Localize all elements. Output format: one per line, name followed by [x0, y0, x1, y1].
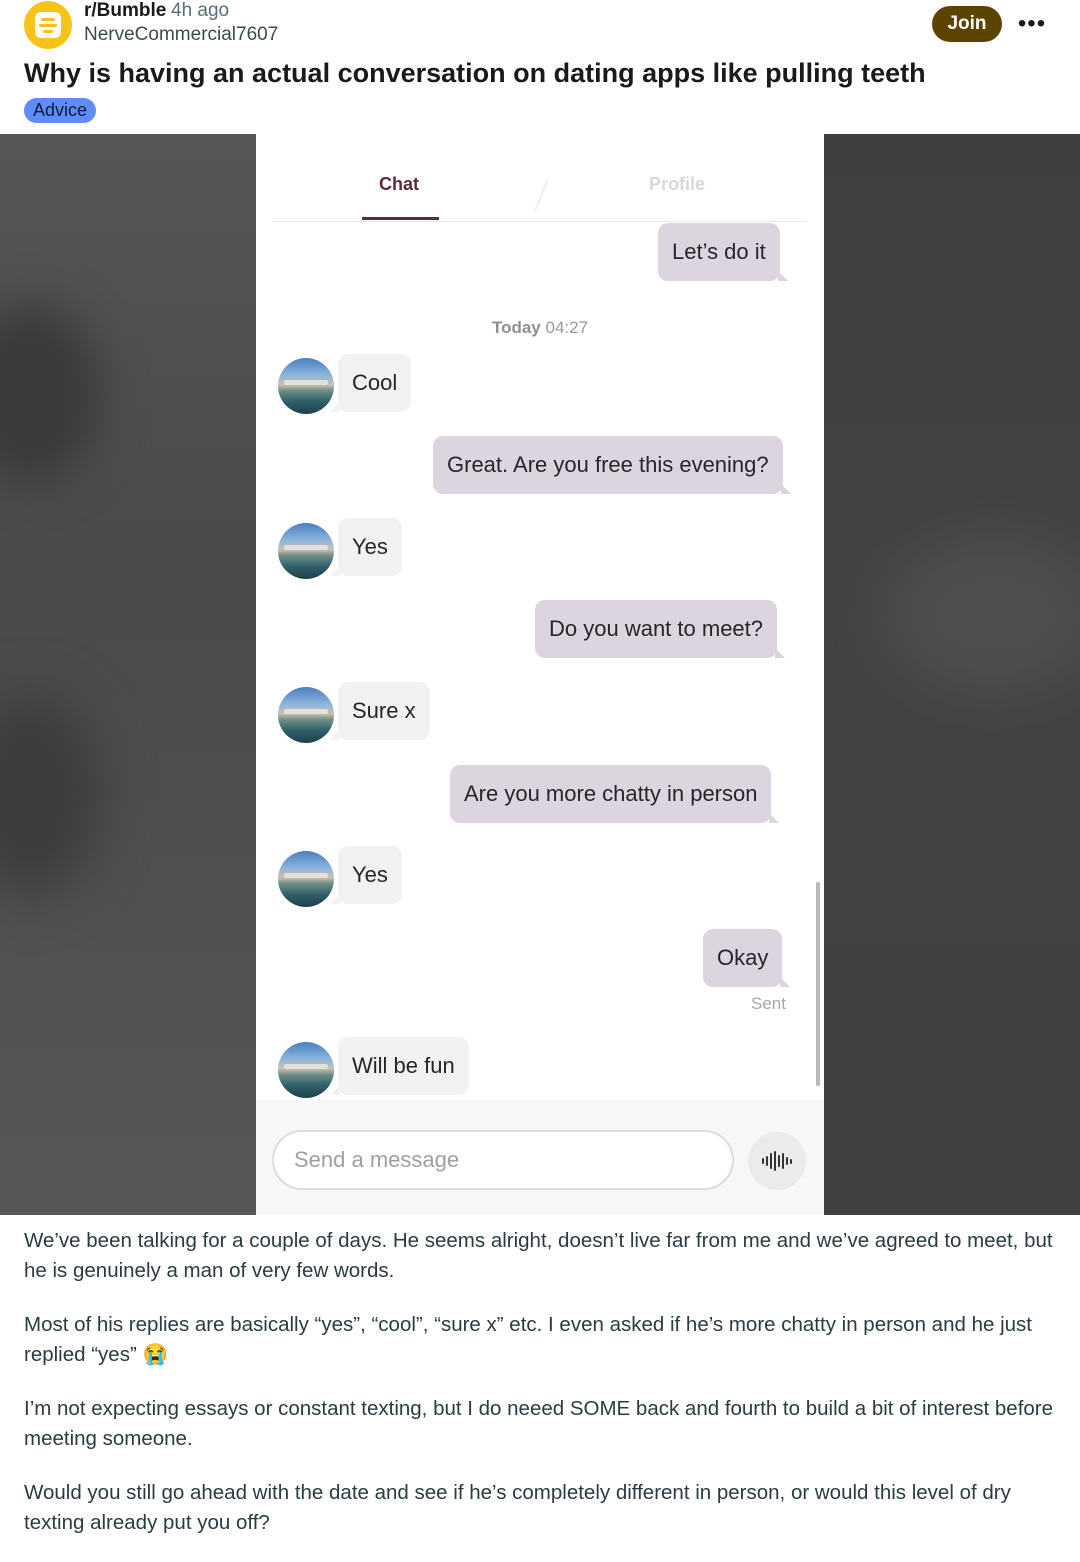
blurred-background-right [824, 134, 1080, 1215]
post-flair[interactable]: Advice [24, 98, 97, 123]
outgoing-message: Great. Are you free this evening? [433, 436, 791, 494]
post-paragraph: We’ve been talking for a couple of days.… [24, 1229, 1053, 1282]
post-author[interactable]: NerveCommercial7607 [84, 24, 278, 46]
post-paragraph: I’m not expecting essays or constant tex… [24, 1397, 1054, 1450]
subreddit-icon[interactable] [24, 1, 72, 49]
outgoing-message: Do you want to meet? [535, 600, 786, 658]
message-input[interactable] [272, 1130, 734, 1190]
incoming-message: Cool [329, 354, 412, 412]
blurred-background-left [0, 134, 256, 1215]
outgoing-message: Are you more chatty in person [450, 765, 780, 823]
join-button[interactable]: Join [932, 6, 1002, 42]
timestamp-time: 04:27 [545, 318, 589, 337]
outgoing-message: Okay [703, 929, 791, 987]
match-avatar[interactable] [278, 523, 334, 579]
post-time: 4h ago [171, 0, 230, 21]
tab-chat[interactable]: Chat [379, 174, 419, 195]
post-paragraph: Most of his replies are basically “yes”,… [24, 1313, 1032, 1366]
subreddit-name[interactable]: r/Bumble [84, 0, 166, 22]
more-options-icon[interactable]: ••• [1012, 6, 1052, 42]
tab-divider [534, 180, 548, 212]
incoming-message: Will be fun [330, 1037, 469, 1095]
post-paragraph: Would you still go ahead with the date a… [24, 1481, 1011, 1534]
active-tab-indicator [362, 217, 439, 220]
voice-message-button[interactable] [748, 1132, 806, 1190]
match-avatar[interactable] [278, 851, 334, 907]
chat-timestamp: Today 04:27 [256, 318, 824, 338]
post-body: We’ve been talking for a couple of days.… [24, 1226, 1060, 1562]
post-header: r/Bumble 4h ago NerveCommercial7607 Join… [0, 0, 1080, 134]
chat-tabbar: Chat Profile [272, 134, 807, 222]
voice-wave-icon [762, 1151, 792, 1171]
chat-scrollbar[interactable] [816, 882, 820, 1086]
match-avatar[interactable] [278, 1042, 334, 1098]
timestamp-day: Today [491, 318, 541, 337]
match-avatar[interactable] [278, 358, 334, 414]
chat-screenshot: Chat Profile Let’s do it Today 04:27 Coo… [256, 134, 824, 1215]
incoming-message: Yes [330, 518, 402, 576]
tab-profile[interactable]: Profile [649, 174, 705, 195]
incoming-message: Yes [330, 846, 402, 904]
bumble-logo-icon [35, 12, 61, 38]
sent-status: Sent [751, 994, 786, 1013]
post-title: Why is having an actual conversation on … [24, 58, 926, 88]
message-composer [256, 1100, 824, 1215]
post-image[interactable]: Chat Profile Let’s do it Today 04:27 Coo… [0, 134, 1080, 1215]
match-avatar[interactable] [278, 687, 334, 743]
outgoing-message: Let’s do it [658, 223, 788, 281]
incoming-message: Sure x [330, 682, 430, 740]
